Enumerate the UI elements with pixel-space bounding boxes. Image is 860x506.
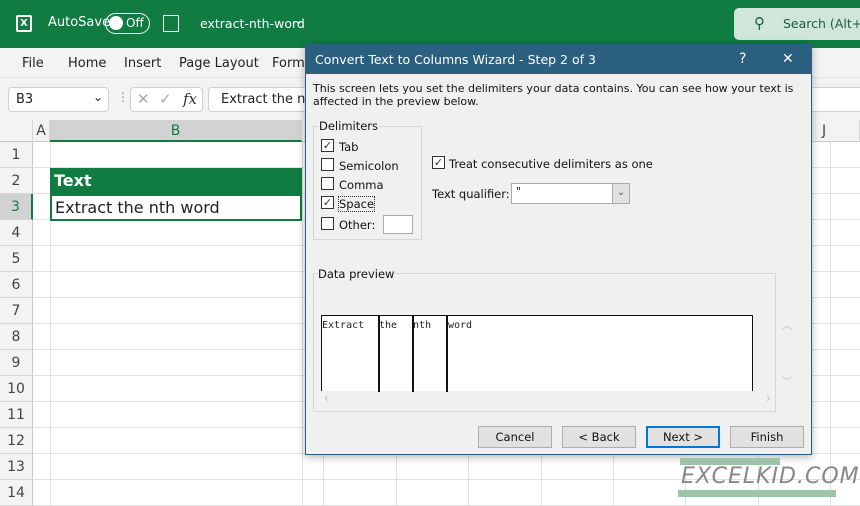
tab-home[interactable]: Home xyxy=(68,56,106,71)
chevron-down-icon[interactable]: ⌄ xyxy=(93,90,103,104)
delimiters-label: Delimiters xyxy=(318,119,380,133)
more-icon: ⋮ xyxy=(117,90,129,104)
preview-col-2: the xyxy=(379,320,398,331)
help-button[interactable]: ? xyxy=(739,45,746,74)
row-header-13[interactable]: 13 xyxy=(0,454,33,480)
chevron-down-icon[interactable]: ⌄ xyxy=(612,184,629,203)
row-header-3[interactable]: 3 xyxy=(0,194,33,220)
scroll-left-icon[interactable]: ‹ xyxy=(324,391,329,405)
formula-buttons: ✕ ✓ fx xyxy=(130,87,203,112)
autosave-label: AutoSave xyxy=(48,15,111,30)
semicolon-checkbox[interactable] xyxy=(321,158,334,171)
enter-icon[interactable]: ✓ xyxy=(159,90,172,108)
row-header-1[interactable]: 1 xyxy=(0,142,33,168)
watermark: EXCELKID.COM xyxy=(678,458,860,498)
cell-b2[interactable]: Text xyxy=(50,168,302,194)
semicolon-label[interactable]: Semicolon xyxy=(339,159,399,173)
qualifier-select[interactable]: " ⌄ xyxy=(511,183,630,204)
comma-checkbox[interactable] xyxy=(321,177,334,190)
row-header-8[interactable]: 8 xyxy=(0,324,33,350)
other-checkbox[interactable] xyxy=(321,217,334,230)
consecutive-label[interactable]: Treat consecutive delimiters as one xyxy=(449,157,653,171)
cancel-button[interactable]: Cancel xyxy=(478,426,552,448)
name-box[interactable]: B3 ⌄ xyxy=(8,87,109,112)
row-header-12[interactable]: 12 xyxy=(0,428,33,454)
preview-col-4: word xyxy=(448,320,473,331)
other-input[interactable] xyxy=(383,215,413,234)
search-placeholder: Search (Alt+Q) xyxy=(783,16,860,31)
column-header-a[interactable]: A xyxy=(33,120,50,142)
file-name[interactable]: extract-nth-word xyxy=(200,16,305,31)
scroll-right-icon[interactable]: › xyxy=(766,391,771,405)
row-header-10[interactable]: 10 xyxy=(0,376,33,402)
finish-button[interactable]: Finish xyxy=(730,426,804,448)
column-header-j[interactable]: J xyxy=(812,120,860,142)
tab-page-layout[interactable]: Page Layout xyxy=(179,56,259,71)
qualifier-label: Text qualifier: xyxy=(432,187,510,201)
fx-icon[interactable]: fx xyxy=(183,90,197,108)
select-all[interactable] xyxy=(0,120,33,142)
close-button[interactable]: ✕ xyxy=(782,45,794,74)
preview-col-3: nth xyxy=(413,320,432,331)
space-checkbox[interactable]: ✓ xyxy=(321,196,334,209)
consecutive-checkbox[interactable]: ✓ xyxy=(432,156,445,169)
cell-b3[interactable]: Extract the nth word xyxy=(50,194,302,221)
dialog-description: This screen lets you set the delimiters … xyxy=(313,82,794,108)
preview-col-1: Extract xyxy=(322,320,365,331)
other-label[interactable]: Other: xyxy=(339,218,375,232)
search-icon: ⚲ xyxy=(754,14,765,32)
autosave-toggle[interactable]: Off xyxy=(105,13,150,34)
preview-label: Data preview xyxy=(318,267,395,281)
excel-logo-icon: X xyxy=(16,15,32,32)
next-button[interactable]: Next > xyxy=(646,426,720,448)
text-to-columns-dialog: Convert Text to Columns Wizard - Step 2 … xyxy=(305,44,812,455)
tab-insert[interactable]: Insert xyxy=(124,56,161,71)
row-header-5[interactable]: 5 xyxy=(0,246,33,272)
tab-label[interactable]: Tab xyxy=(339,140,358,154)
chevron-down-icon[interactable]: ⌄ xyxy=(294,14,303,27)
tab-checkbox[interactable]: ✓ xyxy=(321,139,334,152)
qualifier-value: " xyxy=(516,185,522,198)
autosave-state: Off xyxy=(126,16,144,30)
data-preview[interactable]: Extract the nth word xyxy=(321,315,753,392)
scroll-down-icon[interactable]: ﹀ xyxy=(782,373,792,388)
save-icon[interactable] xyxy=(163,15,179,32)
row-header-11[interactable]: 11 xyxy=(0,402,33,428)
title-bar: X AutoSave Off extract-nth-word ⌄ ⚲ Sear… xyxy=(0,0,860,48)
row-header-14[interactable]: 14 xyxy=(0,480,33,506)
row-header-4[interactable]: 4 xyxy=(0,220,33,246)
tab-file[interactable]: File xyxy=(22,56,44,71)
space-label[interactable]: Space xyxy=(337,196,376,212)
back-button[interactable]: < Back xyxy=(562,426,636,448)
row-header-2[interactable]: 2 xyxy=(0,168,33,194)
column-header-b[interactable]: B xyxy=(50,120,302,142)
row-header-9[interactable]: 9 xyxy=(0,350,33,376)
cancel-icon[interactable]: ✕ xyxy=(137,90,150,108)
name-box-value: B3 xyxy=(16,92,34,107)
search-box[interactable]: ⚲ Search (Alt+Q) xyxy=(734,8,860,40)
comma-label[interactable]: Comma xyxy=(339,178,384,192)
scroll-up-icon[interactable]: ︿ xyxy=(782,317,792,332)
row-header-7[interactable]: 7 xyxy=(0,298,33,324)
dialog-title-text: Convert Text to Columns Wizard - Step 2 … xyxy=(315,52,596,67)
row-header-6[interactable]: 6 xyxy=(0,272,33,298)
dialog-title: Convert Text to Columns Wizard - Step 2 … xyxy=(306,45,811,74)
watermark-text: EXCELKID.COM xyxy=(681,464,860,489)
